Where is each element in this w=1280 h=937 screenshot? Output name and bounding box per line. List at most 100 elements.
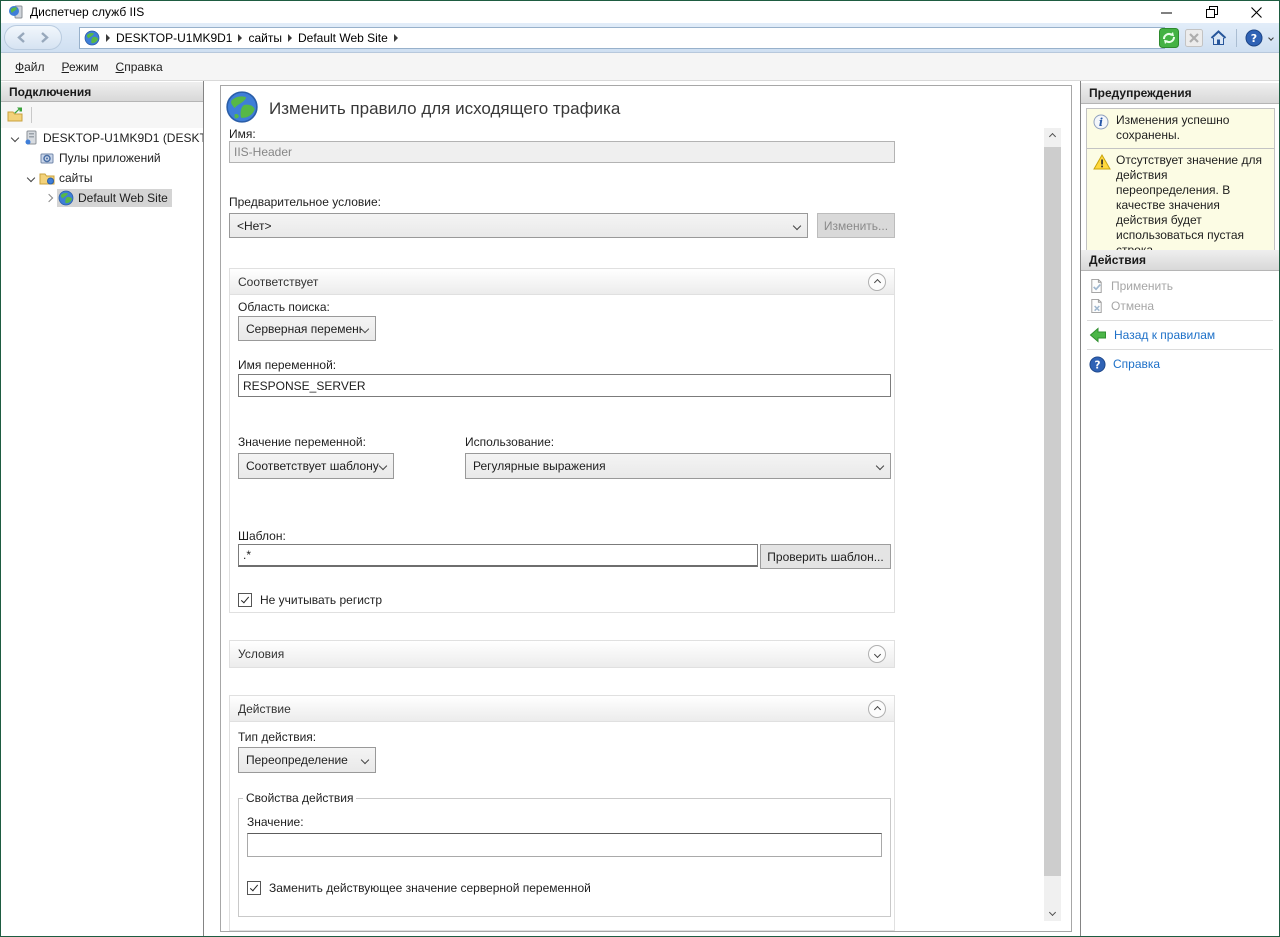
using-select[interactable]: Регулярные выражения (465, 453, 891, 479)
breadcrumb-arrow-icon[interactable] (238, 34, 242, 42)
expand-collapse-icon[interactable] (23, 175, 39, 181)
chevron-down-icon (361, 756, 369, 764)
conditions-section-header[interactable]: Условия (230, 641, 894, 667)
edit-button-label: Изменить... (824, 219, 888, 233)
server-icon (23, 130, 39, 146)
action-properties-legend: Свойства действия (243, 791, 356, 805)
minimize-button[interactable] (1144, 1, 1189, 23)
restore-button[interactable] (1189, 1, 1234, 23)
rule-name-input (229, 141, 895, 163)
ignore-case-row: Не учитывать регистр (238, 593, 382, 607)
actions-list: Применить Отмена Назад к правилам (1081, 276, 1279, 374)
menu-view[interactable]: Режим (62, 60, 99, 74)
breadcrumb-server[interactable]: DESKTOP-U1MK9D1 (112, 31, 236, 45)
ignore-case-checkbox[interactable] (238, 593, 252, 607)
replace-existing-checkbox[interactable] (247, 881, 261, 895)
variable-value-label: Значение переменной: (238, 435, 366, 449)
tree-label-server: DESKTOP-U1MK9D1 (DESKTOP (43, 131, 203, 145)
expand-collapse-icon[interactable] (7, 135, 23, 141)
action-type-value: Переопределение (246, 753, 348, 767)
forward-icon[interactable] (37, 31, 51, 44)
home-icon[interactable] (1209, 29, 1228, 47)
connections-title: Подключения (9, 85, 91, 99)
name-label: Имя: (229, 127, 256, 141)
help-label: Справка (1113, 357, 1160, 371)
tree-item-sites[interactable]: сайты (1, 168, 203, 188)
menu-help[interactable]: Справка (116, 60, 163, 74)
variable-value-value: Соответствует шаблону (246, 459, 379, 473)
action-value-input[interactable] (247, 833, 882, 857)
collapse-section-icon[interactable] (868, 700, 886, 718)
back-to-rules-link[interactable]: Назад к правилам (1081, 325, 1279, 345)
tree-label-sites: сайты (59, 171, 93, 185)
toolbar-separator (1236, 29, 1237, 47)
variable-value-select[interactable]: Соответствует шаблону (238, 453, 394, 479)
iis-manager-window: Диспетчер служб IIS (0, 0, 1280, 937)
tree-item-server[interactable]: DESKTOP-U1MK9D1 (DESKTOP (1, 128, 203, 148)
breadcrumb-arrow-icon[interactable] (288, 34, 292, 42)
sites-folder-icon (39, 170, 55, 186)
vertical-scrollbar[interactable] (1044, 128, 1061, 921)
tree-item-default-web-site[interactable]: Default Web Site (1, 188, 203, 208)
warning-icon (1093, 154, 1111, 170)
pattern-input[interactable] (238, 544, 758, 567)
expand-section-icon[interactable] (868, 645, 886, 663)
match-section-header[interactable]: Соответствует (230, 269, 894, 295)
info-icon: i (1093, 114, 1109, 130)
app-icon (8, 4, 24, 20)
replace-existing-row: Заменить действующее значение серверной … (247, 881, 591, 895)
test-pattern-button[interactable]: Проверить шаблон... (760, 544, 891, 569)
help-dropdown-icon[interactable] (1268, 35, 1274, 41)
menu-file[interactable]: Файл (15, 60, 45, 74)
chevron-down-icon (876, 462, 884, 470)
connections-header: Подключения (1, 82, 203, 102)
action-type-label: Тип действия: (238, 730, 316, 744)
help-icon[interactable]: ? (1245, 29, 1263, 47)
app-pools-icon (39, 150, 55, 166)
match-section-title: Соответствует (238, 275, 318, 289)
tree-item-app-pools[interactable]: Пулы приложений (1, 148, 203, 168)
navigation-bar: DESKTOP-U1MK9D1 сайты Default Web Site (1, 23, 1279, 53)
breadcrumb-arrow-icon[interactable] (394, 34, 398, 42)
value-label: Значение: (247, 815, 304, 829)
create-connection-icon[interactable] (7, 107, 23, 123)
breadcrumb-sites[interactable]: сайты (244, 31, 286, 45)
action-section-header[interactable]: Действие (230, 696, 894, 722)
action-type-select[interactable]: Переопределение (238, 747, 376, 773)
help-link[interactable]: ? Справка (1081, 354, 1279, 374)
window-title: Диспетчер служб IIS (30, 5, 144, 19)
scrollbar-thumb[interactable] (1044, 147, 1061, 876)
scope-select[interactable]: Серверная переменн (238, 316, 376, 341)
cancel-button: Отмена (1081, 296, 1279, 316)
breadcrumb-arrow-icon[interactable] (106, 34, 110, 42)
address-bar[interactable]: DESKTOP-U1MK9D1 сайты Default Web Site (79, 27, 1165, 49)
svg-text:?: ? (1094, 359, 1100, 371)
ignore-case-label: Не учитывать регистр (260, 593, 382, 607)
selected-tree-item[interactable]: Default Web Site (57, 189, 172, 207)
title-bar: Диспетчер служб IIS (1, 1, 1279, 23)
collapse-section-icon[interactable] (868, 273, 886, 291)
info-alert: i Изменения успешно сохранены. (1086, 108, 1275, 149)
back-icon[interactable] (15, 31, 29, 44)
variable-name-label: Имя переменной: (238, 358, 336, 372)
right-pane: Предупреждения i Изменения успешно сохра… (1080, 81, 1279, 936)
alerts-title: Предупреждения (1089, 86, 1192, 100)
refresh-icon[interactable] (1159, 28, 1179, 48)
variable-name-input[interactable] (238, 374, 891, 397)
edit-precondition-button: Изменить... (817, 213, 895, 238)
precondition-select[interactable]: <Нет> (229, 213, 808, 238)
scope-value: Серверная переменн (246, 322, 362, 336)
apply-label: Применить (1111, 279, 1173, 293)
menu-bar: Файл Режим Справка (1, 53, 1279, 81)
svg-text:i: i (1099, 116, 1103, 129)
breadcrumb-default-web-site[interactable]: Default Web Site (294, 31, 392, 45)
connections-tree: DESKTOP-U1MK9D1 (DESKTOP Пулы приложений… (1, 128, 203, 208)
scroll-up-button[interactable] (1044, 128, 1061, 145)
conditions-section-title: Условия (238, 647, 284, 661)
scroll-down-button[interactable] (1044, 904, 1061, 921)
globe-icon (84, 30, 100, 46)
close-button[interactable] (1234, 1, 1279, 23)
globe-icon (58, 190, 74, 206)
expand-collapse-icon[interactable] (41, 195, 57, 201)
back-arrow-icon (1089, 327, 1107, 343)
